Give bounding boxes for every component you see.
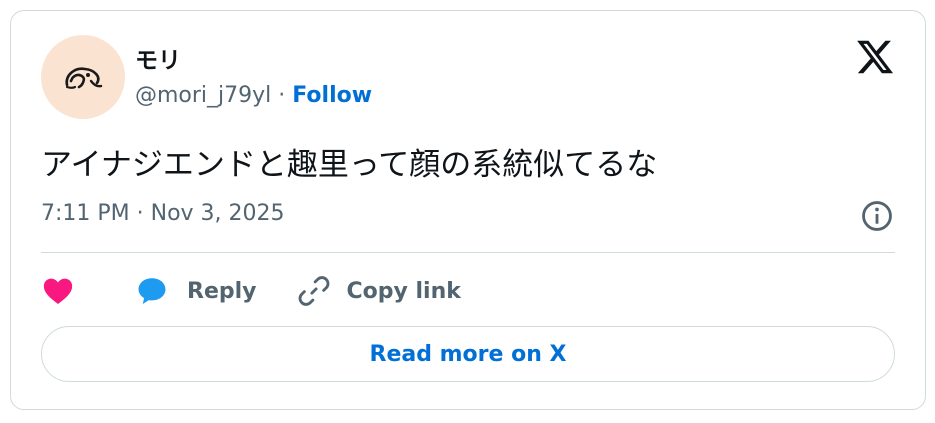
tweet-card: モリ @mori_j79yl · Follow アイナジエンドと趣里って顔の系統… [10,10,926,410]
tweet-timestamp[interactable]: 7:11 PM · Nov 3, 2025 [41,201,285,226]
action-bar: Reply Copy link [41,271,461,311]
handle-separator: · [278,83,286,108]
reply-label: Reply [187,278,257,304]
x-logo-icon[interactable] [855,37,895,77]
handle-row: @mori_j79yl · Follow [135,83,372,108]
reply-button[interactable]: Reply [135,274,257,308]
avatar[interactable] [41,35,125,119]
copy-link-label: Copy link [346,278,461,304]
divider [41,252,895,253]
read-more-button[interactable]: Read more on X [41,326,895,382]
user-handle[interactable]: @mori_j79yl [135,83,271,108]
avatar-illustration-icon [65,67,103,89]
display-name[interactable]: モリ [135,41,181,75]
copy-link-button[interactable]: Copy link [297,274,461,308]
heart-icon [43,278,73,305]
tweet-text: アイナジエンドと趣里って顔の系統似てるな [41,147,658,183]
follow-button[interactable]: Follow [292,83,372,108]
speech-bubble-icon [138,278,166,305]
like-button[interactable] [41,274,75,308]
info-icon[interactable] [860,199,894,233]
link-icon [298,276,329,306]
